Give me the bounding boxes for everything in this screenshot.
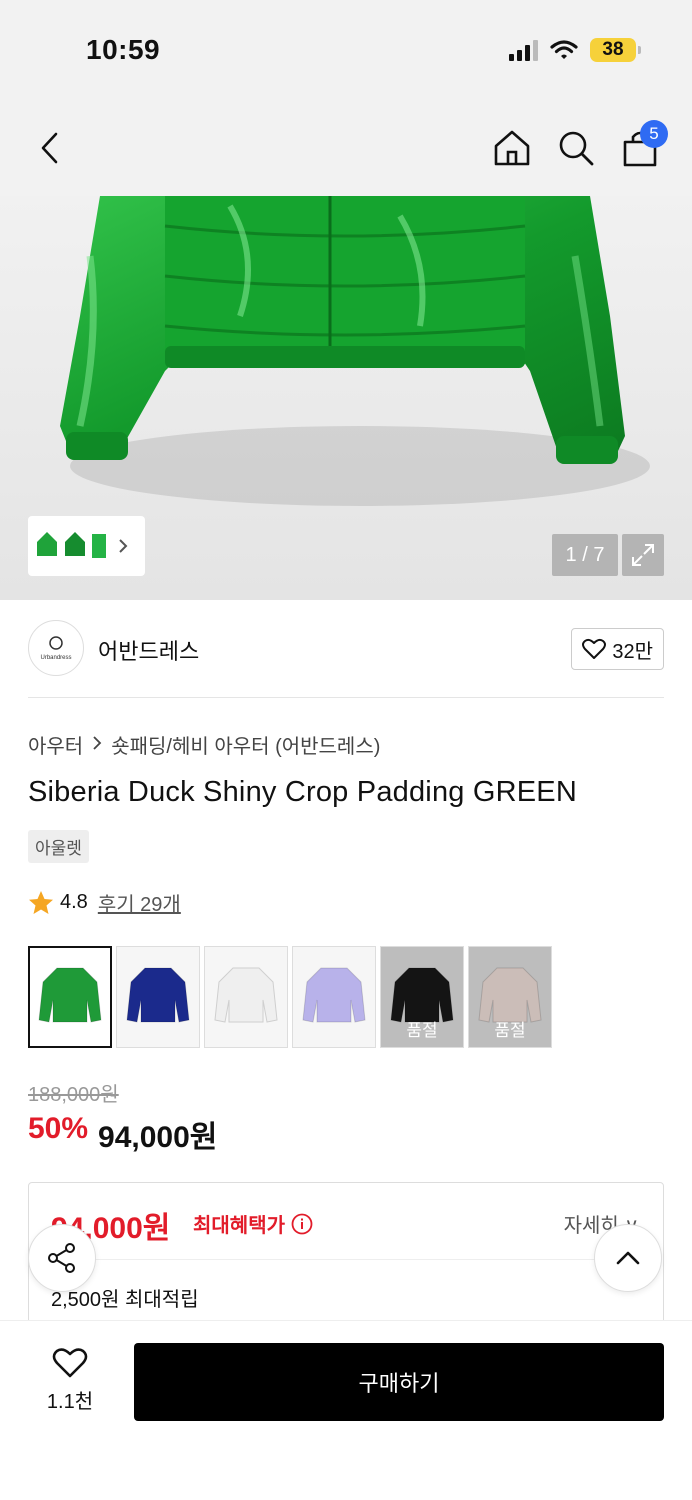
color-swatch[interactable] <box>28 946 112 1048</box>
max-benefit-label[interactable]: 최대혜택가 <box>193 1209 313 1238</box>
battery-icon: 38 <box>590 38 641 62</box>
product-title: Siberia Duck Shiny Crop Padding GREEN <box>28 776 577 808</box>
search-button[interactable] <box>552 124 600 172</box>
rating-row: 4.8 후기 29개 <box>28 888 181 917</box>
chevron-right-icon <box>93 736 102 750</box>
color-swatch[interactable] <box>116 946 200 1048</box>
wishlist-count: 1.1천 <box>46 1391 94 1413</box>
battery-level: 38 <box>602 39 624 60</box>
discount-percent: 50% <box>28 1112 89 1145</box>
brand-row: Urbandress 어반드레스 32만 <box>28 620 664 698</box>
fullscreen-button[interactable] <box>622 534 664 576</box>
expand-icon <box>632 544 654 566</box>
soldout-label: 품절 <box>494 1021 526 1040</box>
sale-price-row: 50% 94,000원 <box>28 1112 217 1156</box>
color-swatch[interactable] <box>204 946 288 1048</box>
back-arrow-icon <box>41 132 58 164</box>
breadcrumb: 아우터 숏패딩/헤비 아우터 (어반드레스) <box>28 730 380 759</box>
thumbnail-front <box>37 532 57 556</box>
review-count-link[interactable]: 후기 29개 <box>98 888 181 917</box>
color-swatch[interactable]: 품절 <box>468 946 552 1048</box>
cart-count-badge: 5 <box>640 120 668 148</box>
color-swatch[interactable] <box>292 946 376 1048</box>
back-button[interactable] <box>26 124 74 172</box>
status-bar: 10:59 38 <box>0 0 692 100</box>
heart-icon <box>582 638 607 659</box>
wifi-icon <box>550 40 578 59</box>
original-price: 188,000원 <box>28 1084 119 1106</box>
thumbnail-detail <box>92 534 106 558</box>
jacket-swatch-image <box>38 967 102 1023</box>
brand-like-button[interactable]: 32만 <box>571 628 664 670</box>
breadcrumb-subcategory[interactable]: 숏패딩/헤비 아우터 (어반드레스) <box>111 730 380 759</box>
cart-button[interactable]: 5 <box>616 120 668 172</box>
share-button[interactable] <box>28 1224 96 1292</box>
bottom-action-bar: 1.1천 구매하기 <box>0 1320 692 1500</box>
color-swatch[interactable]: 품절 <box>380 946 464 1048</box>
outlet-tag: 아울렛 <box>28 830 89 863</box>
max-benefit-text: 최대혜택가 <box>193 1215 285 1237</box>
buy-button[interactable]: 구매하기 <box>134 1343 664 1421</box>
benefit-box: 94,000원 최대혜택가 자세히 ∨ 2,500원 최대적립 <box>28 1182 664 1332</box>
cellular-signal-icon <box>509 39 538 61</box>
jacket-swatch-image <box>126 967 190 1023</box>
gallery-thumbnail-strip[interactable] <box>28 516 145 576</box>
chevron-right-icon <box>119 539 128 553</box>
top-nav: 5 <box>0 100 692 196</box>
jacket-swatch-image <box>302 967 366 1023</box>
divider <box>51 1259 643 1260</box>
scroll-top-button[interactable] <box>594 1224 662 1292</box>
home-button[interactable] <box>488 124 536 172</box>
share-icon <box>48 1243 75 1273</box>
brand-logo[interactable]: Urbandress <box>28 620 84 676</box>
sale-price: 94,000원 <box>98 1121 218 1154</box>
heart-icon <box>52 1348 88 1378</box>
thumbnail-side <box>65 532 85 556</box>
info-icon <box>291 1213 313 1234</box>
star-icon <box>29 890 53 914</box>
status-time: 10:59 <box>86 34 161 65</box>
home-icon <box>494 130 530 166</box>
search-icon <box>559 131 594 166</box>
jacket-swatch-image <box>214 967 278 1023</box>
svg-text:Urbandress: Urbandress <box>40 655 71 661</box>
status-icons: 38 <box>509 38 641 62</box>
wishlist-button[interactable]: 1.1천 <box>40 1347 100 1414</box>
soldout-label: 품절 <box>406 1021 438 1040</box>
breadcrumb-category[interactable]: 아우터 <box>28 730 83 759</box>
brand-name[interactable]: 어반드레스 <box>98 634 199 666</box>
rating-score: 4.8 <box>60 891 88 913</box>
chevron-up-icon <box>616 1251 640 1265</box>
brand-like-count: 32만 <box>612 640 653 663</box>
color-swatches: 품절 품절 <box>28 946 552 1048</box>
image-pager: 1 / 7 <box>552 534 618 576</box>
brand-logo-mark: Urbandress <box>40 636 72 661</box>
